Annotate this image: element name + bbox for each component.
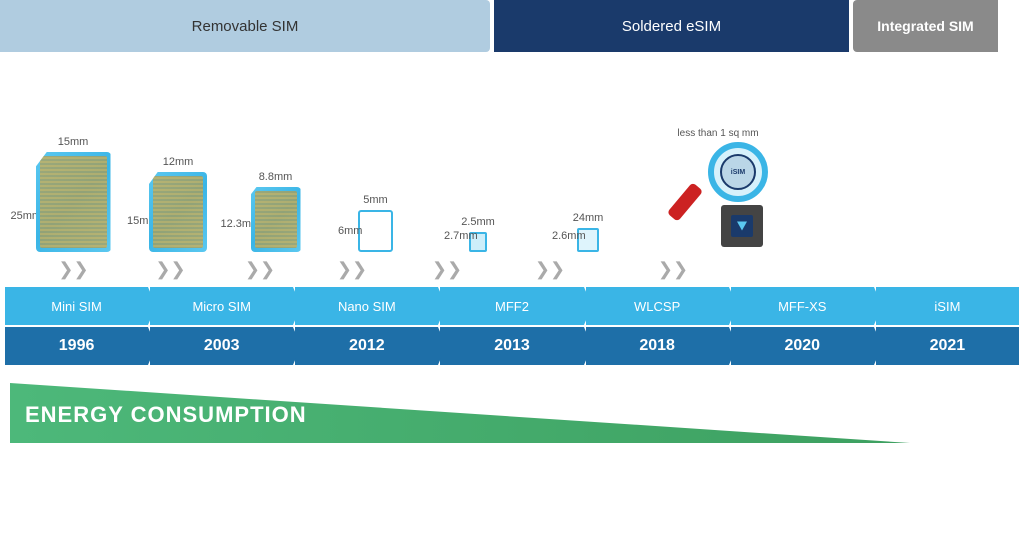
sims-area: 15mm 25mm 12mm 15mm 8.8mm 12.3mm 5mm: [0, 52, 1024, 252]
isim-inner-circle: iSIM: [720, 154, 756, 190]
isim-size-label: less than 1 sq mm: [677, 128, 758, 139]
mffxs-width-label: 24mm: [573, 212, 604, 224]
chevron-6: ❯❯: [496, 259, 604, 280]
header-soldered: Soldered eSIM: [494, 0, 849, 52]
energy-section: ENERGY CONSUMPTION: [0, 373, 1024, 443]
chevron-5: ❯❯: [398, 259, 496, 280]
timeline-micro: Micro SIM: [150, 287, 293, 325]
soldered-label: Soldered eSIM: [622, 18, 721, 35]
isim-chip-inner: [731, 215, 753, 237]
magnifier-handle: [667, 182, 703, 222]
timeline-nano: Nano SIM: [295, 287, 438, 325]
year-nano: 2012: [295, 327, 438, 365]
sim-col-micro: 12mm 15mm: [133, 156, 223, 252]
year-mini: 1996: [5, 327, 148, 365]
chevron-2: ❯❯: [127, 259, 214, 280]
year-wlcsp: 2018: [586, 327, 729, 365]
micro-sim-card: [149, 172, 207, 252]
nano-width-label: 8.8mm: [259, 171, 293, 183]
header-bar: Removable SIM Soldered eSIM Integrated S…: [0, 0, 1024, 52]
chevron-row: ❯❯ ❯❯ ❯❯ ❯❯ ❯❯ ❯❯ ❯❯: [0, 252, 1024, 287]
year-mff2: 2013: [440, 327, 583, 365]
integrated-label: Integrated SIM: [877, 18, 973, 34]
wlcsp-height-label: 2.7mm: [444, 230, 478, 242]
isim-visual: iSIM: [658, 142, 778, 252]
nano-sim-card: [251, 187, 301, 252]
sim-col-mff2: 5mm 6mm: [328, 194, 423, 252]
year-micro: 2003: [150, 327, 293, 365]
year-mffxs: 2020: [731, 327, 874, 365]
mffxs-height-label: 2.6mm: [552, 230, 586, 242]
sim-col-wlcsp: 2.5mm 2.7mm: [428, 216, 528, 252]
chip-arrow: [737, 222, 747, 231]
magnifier-glass: iSIM: [708, 142, 768, 202]
isim-chip: [721, 205, 763, 247]
sim-col-nano: 8.8mm 12.3mm: [228, 171, 323, 252]
mini-width-label: 15mm: [58, 136, 89, 148]
micro-width-label: 12mm: [163, 156, 194, 168]
chevron-1: ❯❯: [20, 259, 127, 280]
timeline-mini: Mini SIM: [5, 287, 148, 325]
removable-label: Removable SIM: [192, 18, 299, 35]
timeline-mff2: MFF2: [440, 287, 583, 325]
main-container: Removable SIM Soldered eSIM Integrated S…: [0, 0, 1024, 535]
wlcsp-width-label: 2.5mm: [461, 216, 495, 228]
mini-sim-card: [36, 152, 111, 252]
sim-col-isim: less than 1 sq mm iSIM: [648, 128, 788, 252]
year-row: 1996 2003 2012 2013 2018 2020 2021: [5, 327, 1019, 365]
timeline-wlcsp: WLCSP: [586, 287, 729, 325]
timeline-mffxs: MFF-XS: [731, 287, 874, 325]
timeline-row: Mini SIM Micro SIM Nano SIM MFF2 WLCSP M…: [5, 287, 1019, 325]
energy-label: ENERGY CONSUMPTION: [25, 402, 307, 428]
mff2-sim-card: [358, 210, 393, 252]
timeline-isim: iSIM: [876, 287, 1019, 325]
header-removable: Removable SIM: [0, 0, 490, 52]
chevron-3: ❯❯: [214, 259, 306, 280]
sim-col-mini: 15mm 25mm: [18, 136, 128, 252]
header-integrated: Integrated SIM: [853, 0, 998, 52]
mff2-height-label: 6mm: [338, 225, 362, 237]
chevron-7: ❯❯: [604, 259, 742, 280]
mff2-width-label: 5mm: [363, 194, 387, 206]
sim-col-mffxs: 24mm 2.6mm: [533, 212, 643, 252]
chevron-4: ❯❯: [306, 259, 398, 280]
year-isim: 2021: [876, 327, 1019, 365]
